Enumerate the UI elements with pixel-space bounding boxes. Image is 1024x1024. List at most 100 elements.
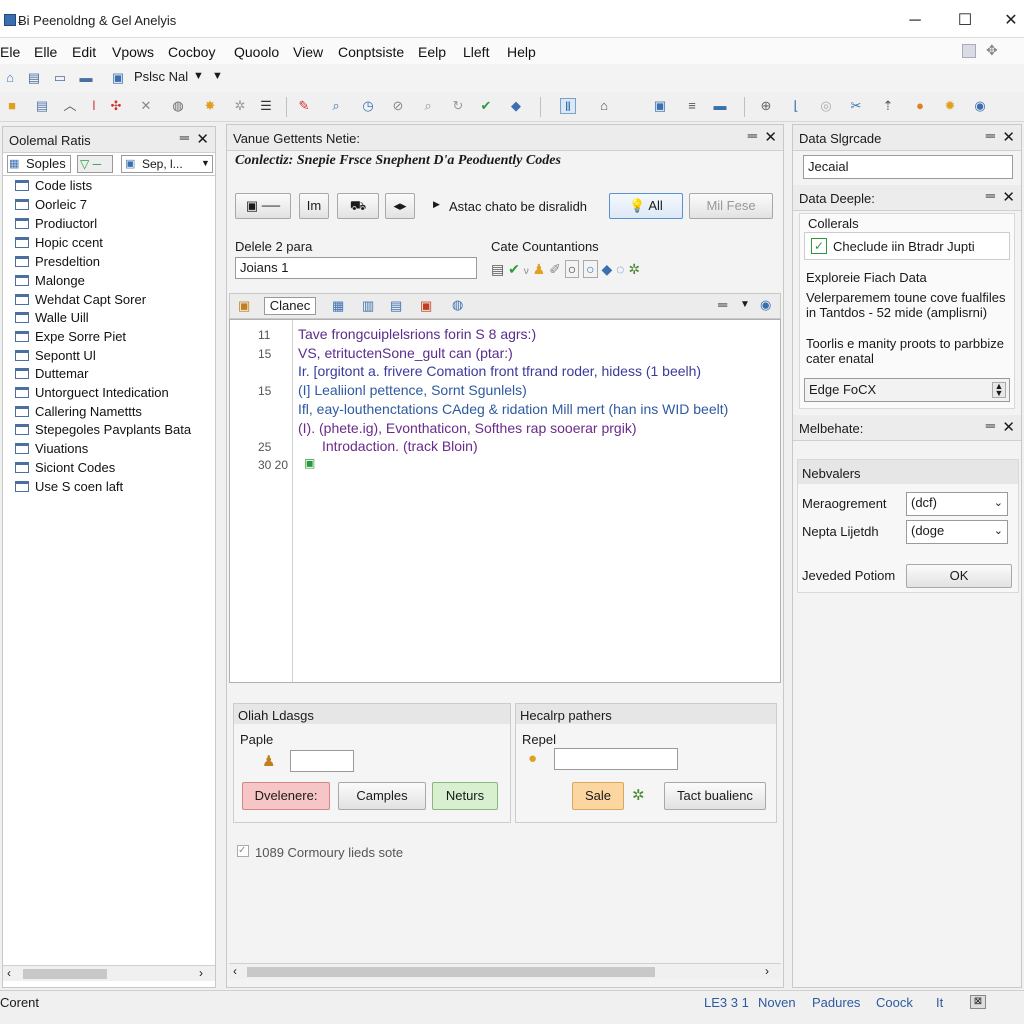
align-icon[interactable]: ≡	[684, 98, 700, 114]
sale-button[interactable]: Sale	[572, 782, 624, 810]
menu-edit[interactable]: Edit	[72, 44, 96, 60]
list-item[interactable]: Code lists	[15, 178, 92, 193]
pencil-icon[interactable]: ✎	[296, 98, 312, 114]
new-icon[interactable]: ⌂	[2, 70, 18, 86]
combo-arrow-icon[interactable]: ▼	[193, 70, 204, 82]
delete-field[interactable]: Joians 1	[235, 257, 477, 279]
close-panel-icon[interactable]: ✕	[764, 128, 777, 146]
mil-button[interactable]: Mil Fese	[689, 193, 773, 219]
open-icon[interactable]: ▤	[26, 70, 42, 86]
document-icon[interactable]: ▤	[34, 98, 50, 114]
menu-conptsiste[interactable]: Conptsiste	[338, 44, 404, 60]
status-mode[interactable]: Noven	[758, 995, 796, 1010]
bulb-icon[interactable]: ◎	[818, 98, 834, 114]
restore-icon[interactable]	[962, 44, 976, 58]
workspace-combo[interactable]: Pslsc Nal	[134, 69, 188, 84]
help-icon[interactable]: ◍	[452, 297, 463, 313]
folder-icon[interactable]: ■	[4, 98, 20, 114]
spinner-icon[interactable]: ▲ ▼	[992, 382, 1006, 398]
code-tab[interactable]: Clanec	[264, 297, 316, 315]
save-icon[interactable]: ▭	[52, 70, 68, 86]
editor-icon[interactable]: ▣	[238, 298, 250, 314]
menu-vpows[interactable]: Vpows	[112, 44, 154, 60]
im-button[interactable]: Im	[299, 193, 329, 219]
list-item[interactable]: Use S coen laft	[15, 479, 123, 494]
list-item[interactable]: Viuations	[15, 441, 88, 456]
scroll-thumb[interactable]	[247, 967, 655, 977]
status-indicator[interactable]: It	[936, 995, 943, 1010]
scroll-right-icon[interactable]: ›	[765, 964, 769, 978]
toggle-button[interactable]: ▣ ──	[235, 193, 291, 219]
list-item[interactable]: Duttemar	[15, 366, 88, 381]
maximize-button[interactable]: ☐	[950, 10, 980, 32]
cut-icon[interactable]: ✣	[108, 98, 124, 114]
scroll-left-icon[interactable]: ‹	[233, 964, 237, 978]
info-icon[interactable]: ◉	[972, 98, 988, 114]
info-icon[interactable]: ◉	[760, 297, 771, 313]
upload-icon[interactable]: ⇡	[880, 98, 896, 114]
pin-panel-icon[interactable]: ═	[986, 188, 995, 203]
list-item[interactable]: Prodiuctorl	[15, 216, 97, 231]
list-item[interactable]: Presdeltion	[15, 254, 100, 269]
home-icon[interactable]: ⌂	[596, 98, 612, 114]
pin-panel-icon[interactable]: ═	[748, 128, 757, 143]
list-item[interactable]: Siciont Codes	[15, 460, 115, 475]
code-line[interactable]: (I] Lealiionl pettence, Sornt Sgunlels)	[298, 382, 527, 398]
menu-eelp[interactable]: Eelp	[418, 44, 446, 60]
code-line[interactable]: Introdaction. (track Bloin)	[322, 438, 478, 454]
combo-arrow-icon-2[interactable]: ▼	[212, 70, 223, 82]
code-line[interactable]: Ir. [orgitont a. frivere Comation front …	[298, 363, 701, 379]
zoom-icon[interactable]: ⌕	[328, 98, 344, 114]
orb-icon[interactable]: ●	[912, 98, 928, 114]
marker-icon[interactable]: ǀ	[86, 98, 102, 114]
menu-ele[interactable]: Ele	[0, 44, 20, 60]
menu-lleft[interactable]: Lleft	[463, 44, 489, 60]
list-item[interactable]: Callering Namettts	[15, 404, 142, 419]
dvelenere-button[interactable]: Dvelenere:	[242, 782, 330, 810]
search-input[interactable]: Jecaial	[803, 155, 1013, 179]
menu-elle[interactable]: Elle	[34, 44, 57, 60]
close-panel-icon[interactable]: ✕	[1002, 418, 1015, 436]
close-panel-icon[interactable]: ✕	[196, 130, 209, 148]
menu-cocboy[interactable]: Cocboy	[168, 44, 215, 60]
search-icon[interactable]: ⌕	[420, 98, 436, 114]
sun-icon[interactable]: ✹	[942, 98, 958, 114]
list-item[interactable]: Malonge	[15, 273, 85, 288]
all-button[interactable]: 💡 All	[609, 193, 683, 219]
monitor-icon[interactable]: ▣	[110, 70, 126, 86]
code-line[interactable]: Ifl, eay-louthenctations CAdeg & ridatio…	[298, 401, 728, 417]
edge-field[interactable]: Edge FoCX	[804, 378, 1010, 402]
checkbox-icon[interactable]: ✓	[811, 238, 827, 254]
status-features[interactable]: Padures	[812, 995, 860, 1010]
tools-icon[interactable]: ✲	[232, 98, 248, 114]
list-item[interactable]: Untorguect Intedication	[15, 385, 169, 400]
paple-input[interactable]	[290, 750, 354, 772]
star-icon[interactable]: ✸	[202, 98, 218, 114]
code-line[interactable]: (I). (phete.ig), Evonthaticon, Softhes r…	[298, 420, 637, 436]
list-item[interactable]: Stepegoles Pavplants Bata	[15, 422, 191, 437]
dropdown-icon[interactable]: ▼	[740, 299, 750, 310]
wrench-icon[interactable]: ✂	[848, 98, 864, 114]
tact-button[interactable]: Tact bualienc	[664, 782, 766, 810]
list-item[interactable]: Expe Sorre Piet	[15, 329, 126, 344]
panel-icon[interactable]: ▣	[652, 98, 668, 114]
image-icon[interactable]: ▣	[420, 298, 432, 314]
table-icon[interactable]: Ⅱ	[560, 98, 576, 114]
resize-grip-icon[interactable]: ⊠	[970, 995, 986, 1009]
refresh-icon[interactable]: ↻	[450, 98, 466, 114]
close-button[interactable]: ✕	[996, 10, 1024, 32]
list-icon[interactable]: ☰	[258, 98, 274, 114]
pin-panel-icon[interactable]: ═	[986, 128, 995, 143]
pin-icon[interactable]: ✥	[986, 42, 998, 59]
code-line[interactable]: Tave frongcuiplelsrions forin S 8 agrs:)	[298, 326, 536, 342]
center-horizontal-scrollbar[interactable]: ‹ ›	[229, 963, 781, 979]
export-icon[interactable]: ▤	[390, 298, 402, 314]
code-editor[interactable]: 11 Tave frongcuiplelsrions forin S 8 agr…	[229, 319, 781, 683]
menu-quoolo[interactable]: Quoolo	[234, 44, 279, 60]
code-line[interactable]: VS, etrituctenSone_gult can (ptar:)	[298, 345, 513, 361]
list-item[interactable]: Wehdat Capt Sorer	[15, 292, 146, 307]
scroll-thumb[interactable]	[23, 969, 107, 979]
pin-blue-icon[interactable]: ◆	[508, 98, 524, 114]
menu-icon[interactable]: ═	[718, 297, 727, 312]
neturs-button[interactable]: Neturs	[432, 782, 498, 810]
